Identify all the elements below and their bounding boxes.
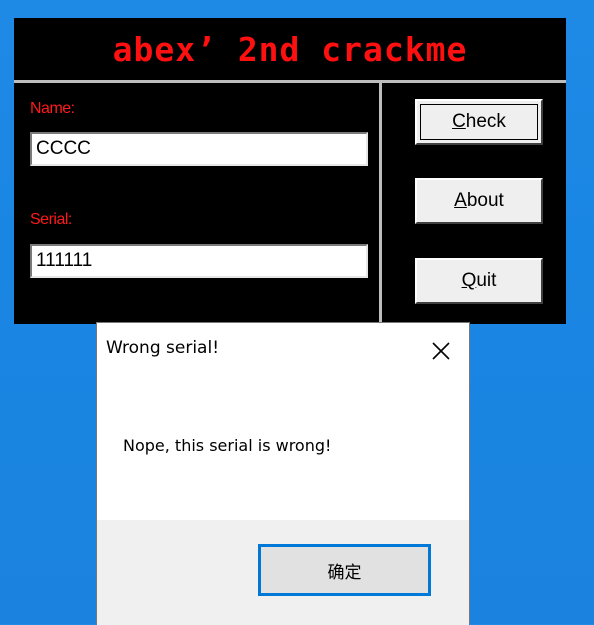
close-x-icon: [432, 342, 450, 360]
serial-input[interactable]: [30, 244, 368, 278]
serial-label: Serial:: [30, 211, 72, 228]
crackme-banner: abex’ 2nd crackme: [14, 18, 566, 80]
wrong-serial-dialog: Wrong serial! Nope, this serial is wrong…: [96, 322, 470, 625]
crackme-window: abex’ 2nd crackme Name: Serial: Check Ab…: [14, 18, 566, 324]
name-label: Name:: [30, 100, 75, 117]
close-icon[interactable]: [421, 331, 461, 371]
crackme-title: abex’ 2nd crackme: [112, 29, 468, 69]
check-button[interactable]: Check: [415, 99, 543, 145]
dialog-footer: 确定: [97, 520, 469, 625]
dialog-title: Wrong serial!: [106, 338, 220, 358]
dialog-message: Nope, this serial is wrong!: [123, 436, 332, 455]
about-button[interactable]: About: [415, 178, 543, 224]
name-input[interactable]: [30, 132, 368, 166]
vertical-divider: [379, 83, 382, 324]
horizontal-divider: [14, 80, 566, 83]
ok-button[interactable]: 确定: [258, 544, 431, 596]
quit-button[interactable]: Quit: [415, 258, 543, 304]
